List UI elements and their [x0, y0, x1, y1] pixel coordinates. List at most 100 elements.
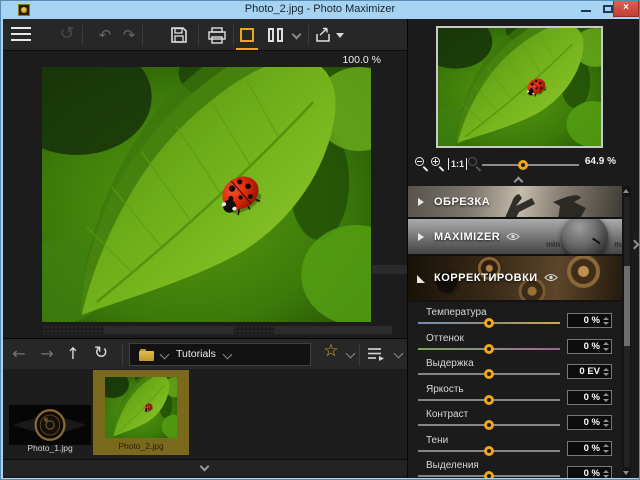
adjustment-track[interactable] [418, 399, 560, 401]
slider-thumb[interactable] [484, 471, 494, 478]
close-button[interactable]: × [613, 1, 639, 17]
adjustment-track[interactable] [418, 322, 560, 324]
spinner-up-icon[interactable] [603, 393, 609, 396]
adjustment-row: Оттенок 0 % [408, 332, 622, 358]
share-button[interactable] [315, 27, 333, 43]
hscroll-thumb[interactable] [104, 326, 234, 334]
adjustment-value-box[interactable]: 0 % [567, 441, 612, 456]
filmstrip-collapse-strip[interactable] [3, 459, 407, 476]
adjustment-row: Выделения 0 % [408, 459, 622, 478]
adjustment-label: Контраст [426, 409, 468, 420]
path-chevron[interactable] [223, 350, 233, 360]
print-button[interactable] [207, 27, 227, 44]
adjustment-track[interactable] [418, 450, 560, 452]
spinner-up-icon[interactable] [603, 419, 609, 422]
maximize-icon [603, 5, 613, 13]
spinner-up-icon[interactable] [603, 470, 609, 473]
spinner-down-icon[interactable] [603, 348, 609, 351]
up-button[interactable]: ↑ [61, 344, 85, 363]
spinner-up-icon[interactable] [603, 317, 609, 320]
spinner-down-icon[interactable] [603, 399, 609, 402]
spinner-down-icon[interactable] [603, 373, 609, 376]
slider-thumb[interactable] [484, 369, 494, 379]
navigator-preview[interactable] [436, 26, 603, 148]
viewer-vscrollbar[interactable] [372, 265, 407, 274]
adjustment-track[interactable] [418, 475, 560, 477]
favorites-chevron[interactable] [346, 349, 356, 359]
section-crop[interactable]: ОБРЕЗКА [408, 186, 622, 219]
slider-thumb[interactable] [484, 344, 494, 354]
adjustment-label: Тени [426, 435, 448, 446]
slider-thumb[interactable] [484, 395, 494, 405]
adjustment-value-box[interactable]: 0 % [567, 415, 612, 430]
spinner-down-icon[interactable] [603, 424, 609, 427]
adjustment-track[interactable] [418, 373, 560, 375]
panel-scrollbar[interactable] [622, 186, 631, 478]
scroll-thumb[interactable] [624, 266, 630, 346]
zoom-fit-button[interactable] [468, 157, 482, 171]
zoom-100-button[interactable]: 1:1 [448, 158, 467, 170]
expand-arrow-icon [418, 198, 424, 206]
save-button[interactable] [170, 26, 188, 44]
spinner-up-icon[interactable] [603, 342, 609, 345]
thumbnail-photo2-selected[interactable]: Photo_2.jpg [93, 370, 189, 455]
ladybug-photo [42, 67, 371, 322]
forward-button[interactable]: → [35, 344, 59, 363]
share-options-chevron[interactable] [336, 33, 344, 38]
minimize-button[interactable] [579, 2, 595, 16]
preview-zoom-value: 64.9 % [585, 156, 616, 167]
preview-collapse-chevron[interactable] [514, 177, 524, 187]
adjustment-rows: Температура 0 % Оттенок 0 % Выдержка 0 E… [408, 306, 622, 478]
folder-chevron[interactable] [160, 350, 170, 360]
thumbnail-photo1[interactable] [9, 405, 91, 445]
main-photo[interactable] [42, 67, 371, 322]
visibility-icon[interactable] [544, 273, 558, 282]
menu-button[interactable] [11, 27, 33, 43]
section-maximizer[interactable]: min max MAXIMIZER [408, 219, 622, 256]
adjustment-track[interactable] [418, 348, 560, 350]
section-adjustments[interactable]: КОРРЕКТИРОВКИ [408, 256, 622, 302]
spinner-down-icon[interactable] [603, 450, 609, 453]
scroll-up-arrow[interactable] [623, 189, 629, 193]
adjustment-value-box[interactable]: 0 % [567, 466, 612, 478]
adjustment-value-box[interactable]: 0 % [567, 339, 612, 354]
back-button[interactable]: ← [7, 344, 31, 363]
reset-button[interactable]: ↺ [55, 23, 79, 44]
adjustment-track[interactable] [418, 424, 560, 426]
redo-button[interactable]: ↷ [119, 26, 139, 44]
zoom-slider-thumb[interactable] [518, 160, 528, 170]
spinner-down-icon[interactable] [603, 475, 609, 478]
view-mode-chevron[interactable] [394, 349, 404, 359]
slider-thumb[interactable] [484, 446, 494, 456]
toolbar-separator [359, 343, 360, 366]
viewer-hscrollbar[interactable] [42, 325, 392, 335]
single-view-button[interactable] [240, 28, 254, 42]
view-mode-button[interactable] [367, 347, 387, 362]
panel-expander[interactable] [631, 239, 639, 251]
compare-view-button[interactable] [268, 28, 286, 42]
adjustment-value-box[interactable]: 0 % [567, 390, 612, 405]
toolbar-separator [142, 25, 143, 45]
adjustment-value-box[interactable]: 0 EV [567, 364, 612, 379]
scroll-down-arrow[interactable] [623, 471, 629, 475]
zoom-slider[interactable] [482, 164, 579, 166]
hscroll-thumb[interactable] [274, 326, 392, 334]
spinner-down-icon[interactable] [603, 322, 609, 325]
refresh-button[interactable]: ↻ [87, 343, 115, 363]
title-bar[interactable]: Photo_2.jpg - Photo Maximizer × [1, 1, 639, 19]
section-label: ОБРЕЗКА [434, 196, 490, 208]
slider-thumb[interactable] [484, 318, 494, 328]
spinner-up-icon[interactable] [603, 368, 609, 371]
view-options-chevron[interactable] [292, 30, 302, 40]
collapse-down-chevron[interactable] [200, 462, 210, 472]
undo-button[interactable]: ↶ [95, 26, 115, 44]
visibility-icon[interactable] [506, 232, 520, 241]
adjustment-label: Выдержка [426, 358, 474, 369]
slider-thumb[interactable] [484, 420, 494, 430]
folder-path-bar[interactable]: Tutorials [129, 343, 311, 366]
adjustment-value-box[interactable]: 0 % [567, 313, 612, 328]
zoom-in-button[interactable] [431, 157, 445, 171]
spinner-up-icon[interactable] [603, 444, 609, 447]
favorites-button[interactable]: ☆ [319, 341, 343, 361]
zoom-out-button[interactable] [415, 157, 429, 171]
